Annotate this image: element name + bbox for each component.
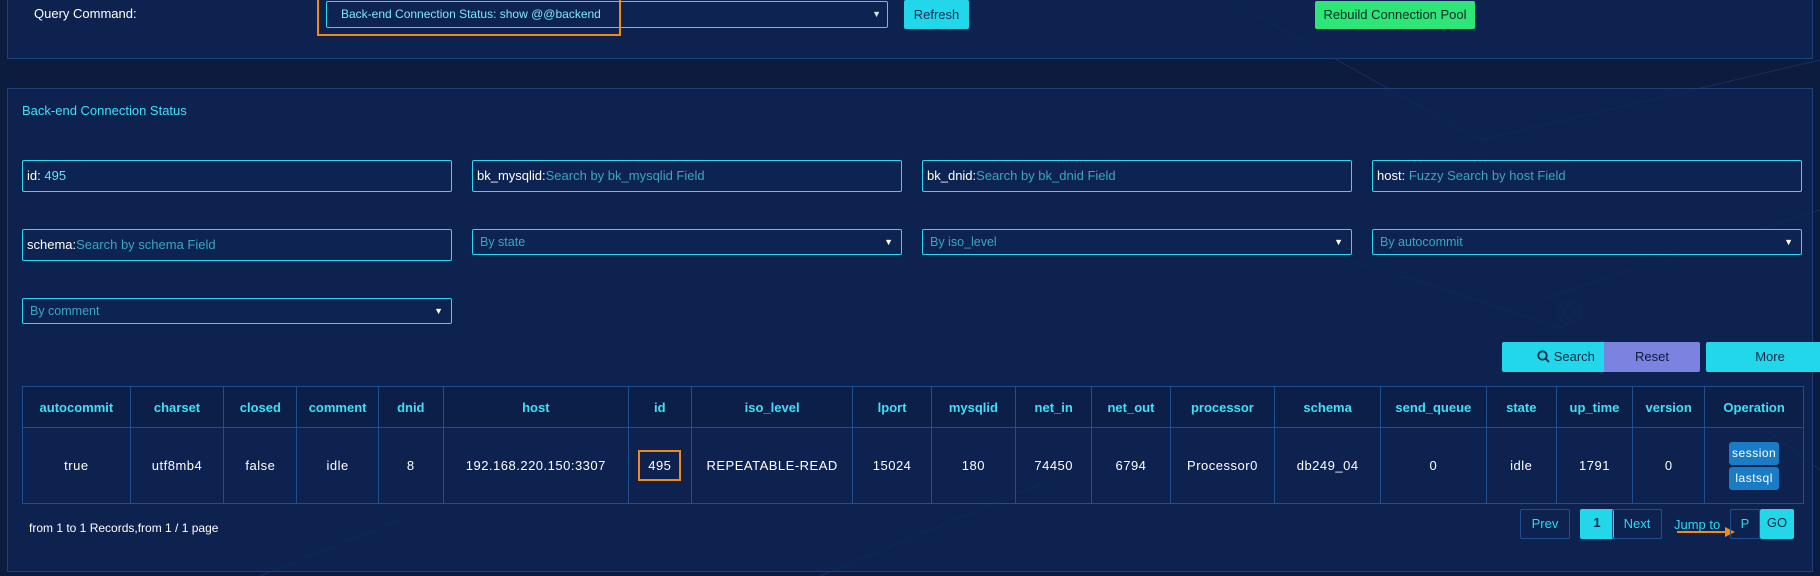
highlight-box-id: 495 <box>638 450 682 481</box>
column-header: charset <box>129 386 225 428</box>
column-header: processor <box>1169 386 1276 428</box>
table-header-row: autocommit charset closed comment dnid h… <box>22 386 1804 428</box>
bk-dnid-placeholder: Search by bk_dnid Field <box>976 168 1116 183</box>
iso-level-select[interactable]: By iso_level ▼ <box>922 229 1352 255</box>
cell-state: idle <box>1485 427 1557 504</box>
cell-charset: utf8mb4 <box>129 427 225 504</box>
cell-id: 495 <box>627 427 692 504</box>
column-header: Operation <box>1704 386 1804 428</box>
next-page-button[interactable]: Next <box>1612 509 1662 539</box>
cell-up-time: 1791 <box>1555 427 1634 504</box>
query-command-label: Query Command: <box>34 6 137 21</box>
go-button[interactable]: GO <box>1760 509 1794 539</box>
state-select-value: By state <box>480 235 526 249</box>
autocommit-select-value: By autocommit <box>1380 235 1463 249</box>
caret-down-icon: ▼ <box>434 306 443 316</box>
search-icon <box>1537 350 1550 363</box>
column-header: net_out <box>1091 386 1171 428</box>
column-header: up_time <box>1555 386 1634 428</box>
lastsql-button[interactable]: lastsql <box>1729 466 1780 490</box>
column-header: mysqlid <box>930 386 1017 428</box>
comment-select-value: By comment <box>30 304 100 318</box>
rebuild-connection-pool-button[interactable]: Rebuild Connection Pool <box>1315 1 1475 29</box>
column-header: schema <box>1274 386 1381 428</box>
cell-closed: false <box>223 427 298 504</box>
cell-iso-level: REPEATABLE-READ <box>690 427 854 504</box>
prev-page-button[interactable]: Prev <box>1520 509 1570 539</box>
page-number-input[interactable]: P <box>1730 509 1760 539</box>
cell-autocommit: true <box>22 427 131 504</box>
host-label: host: <box>1377 168 1406 183</box>
host-placeholder: Fuzzy Search by host Field <box>1408 168 1566 183</box>
cell-lport: 15024 <box>852 427 932 504</box>
cell-processor: Processor0 <box>1169 427 1276 504</box>
column-header: net_in <box>1015 386 1093 428</box>
table-row: true utf8mb4 false idle 8 192.168.220.15… <box>22 427 1804 504</box>
column-header: iso_level <box>690 386 854 428</box>
cell-comment: idle <box>296 427 379 504</box>
query-command-panel: Query Command: Back-end Connection Statu… <box>7 0 1813 59</box>
schema-label: schema: <box>27 237 77 252</box>
cell-version: 0 <box>1632 427 1706 504</box>
column-header: host <box>442 386 629 428</box>
jump-to-label: Jump to <box>1674 517 1721 532</box>
caret-down-icon: ▼ <box>872 9 881 19</box>
id-field[interactable]: id: 495 <box>22 160 452 192</box>
cell-mysqlid: 180 <box>930 427 1017 504</box>
bk-dnid-field[interactable]: bk_dnid:Search by bk_dnid Field <box>922 160 1352 192</box>
records-summary: from 1 to 1 Records,from 1 / 1 page <box>29 521 219 535</box>
caret-down-icon: ▼ <box>884 237 893 247</box>
bk-mysqlid-placeholder: Search by bk_mysqlid Field <box>545 168 705 183</box>
page-1-button[interactable]: 1 <box>1580 509 1614 539</box>
refresh-button[interactable]: Refresh <box>904 0 969 29</box>
state-select[interactable]: By state ▼ <box>472 229 902 255</box>
id-field-value: 495 <box>44 168 67 183</box>
id-field-label: id: <box>27 168 41 183</box>
more-button[interactable]: More <box>1706 342 1820 372</box>
cell-net-in: 74450 <box>1015 427 1093 504</box>
cell-schema: db249_04 <box>1274 427 1381 504</box>
comment-select[interactable]: By comment ▼ <box>22 298 452 324</box>
reset-button[interactable]: Reset <box>1604 342 1700 372</box>
schema-placeholder: Search by schema Field <box>76 237 216 252</box>
session-button[interactable]: session <box>1729 441 1780 465</box>
backend-connection-table: autocommit charset closed comment dnid h… <box>22 386 1804 504</box>
column-header: id <box>627 386 692 428</box>
column-header: lport <box>852 386 932 428</box>
bk-mysqlid-field[interactable]: bk_mysqlid:Search by bk_mysqlid Field <box>472 160 902 192</box>
host-field[interactable]: host: Fuzzy Search by host Field <box>1372 160 1802 192</box>
cell-operation: session lastsql <box>1704 427 1804 504</box>
iso-level-select-value: By iso_level <box>930 235 997 249</box>
search-button-label: Search <box>1553 349 1595 364</box>
column-header: dnid <box>377 386 444 428</box>
column-header: autocommit <box>22 386 131 428</box>
cell-net-out: 6794 <box>1091 427 1171 504</box>
panel-title: Back-end Connection Status <box>22 103 187 118</box>
column-header: closed <box>223 386 298 428</box>
column-header: send_queue <box>1380 386 1487 428</box>
bk-mysqlid-label: bk_mysqlid: <box>477 168 546 183</box>
autocommit-select[interactable]: By autocommit ▼ <box>1372 229 1802 255</box>
cell-dnid: 8 <box>377 427 444 504</box>
caret-down-icon: ▼ <box>1334 237 1343 247</box>
backend-connection-status-panel: Back-end Connection Status id: 495 bk_my… <box>7 88 1820 572</box>
cell-host: 192.168.220.150:3307 <box>442 427 629 504</box>
bk-dnid-label: bk_dnid: <box>927 168 977 183</box>
highlight-box-query-command <box>317 0 621 36</box>
column-header: comment <box>296 386 379 428</box>
column-header: state <box>1485 386 1557 428</box>
column-header: version <box>1632 386 1706 428</box>
cell-send-queue: 0 <box>1380 427 1487 504</box>
schema-field[interactable]: schema:Search by schema Field <box>22 229 452 261</box>
caret-down-icon: ▼ <box>1784 237 1793 247</box>
